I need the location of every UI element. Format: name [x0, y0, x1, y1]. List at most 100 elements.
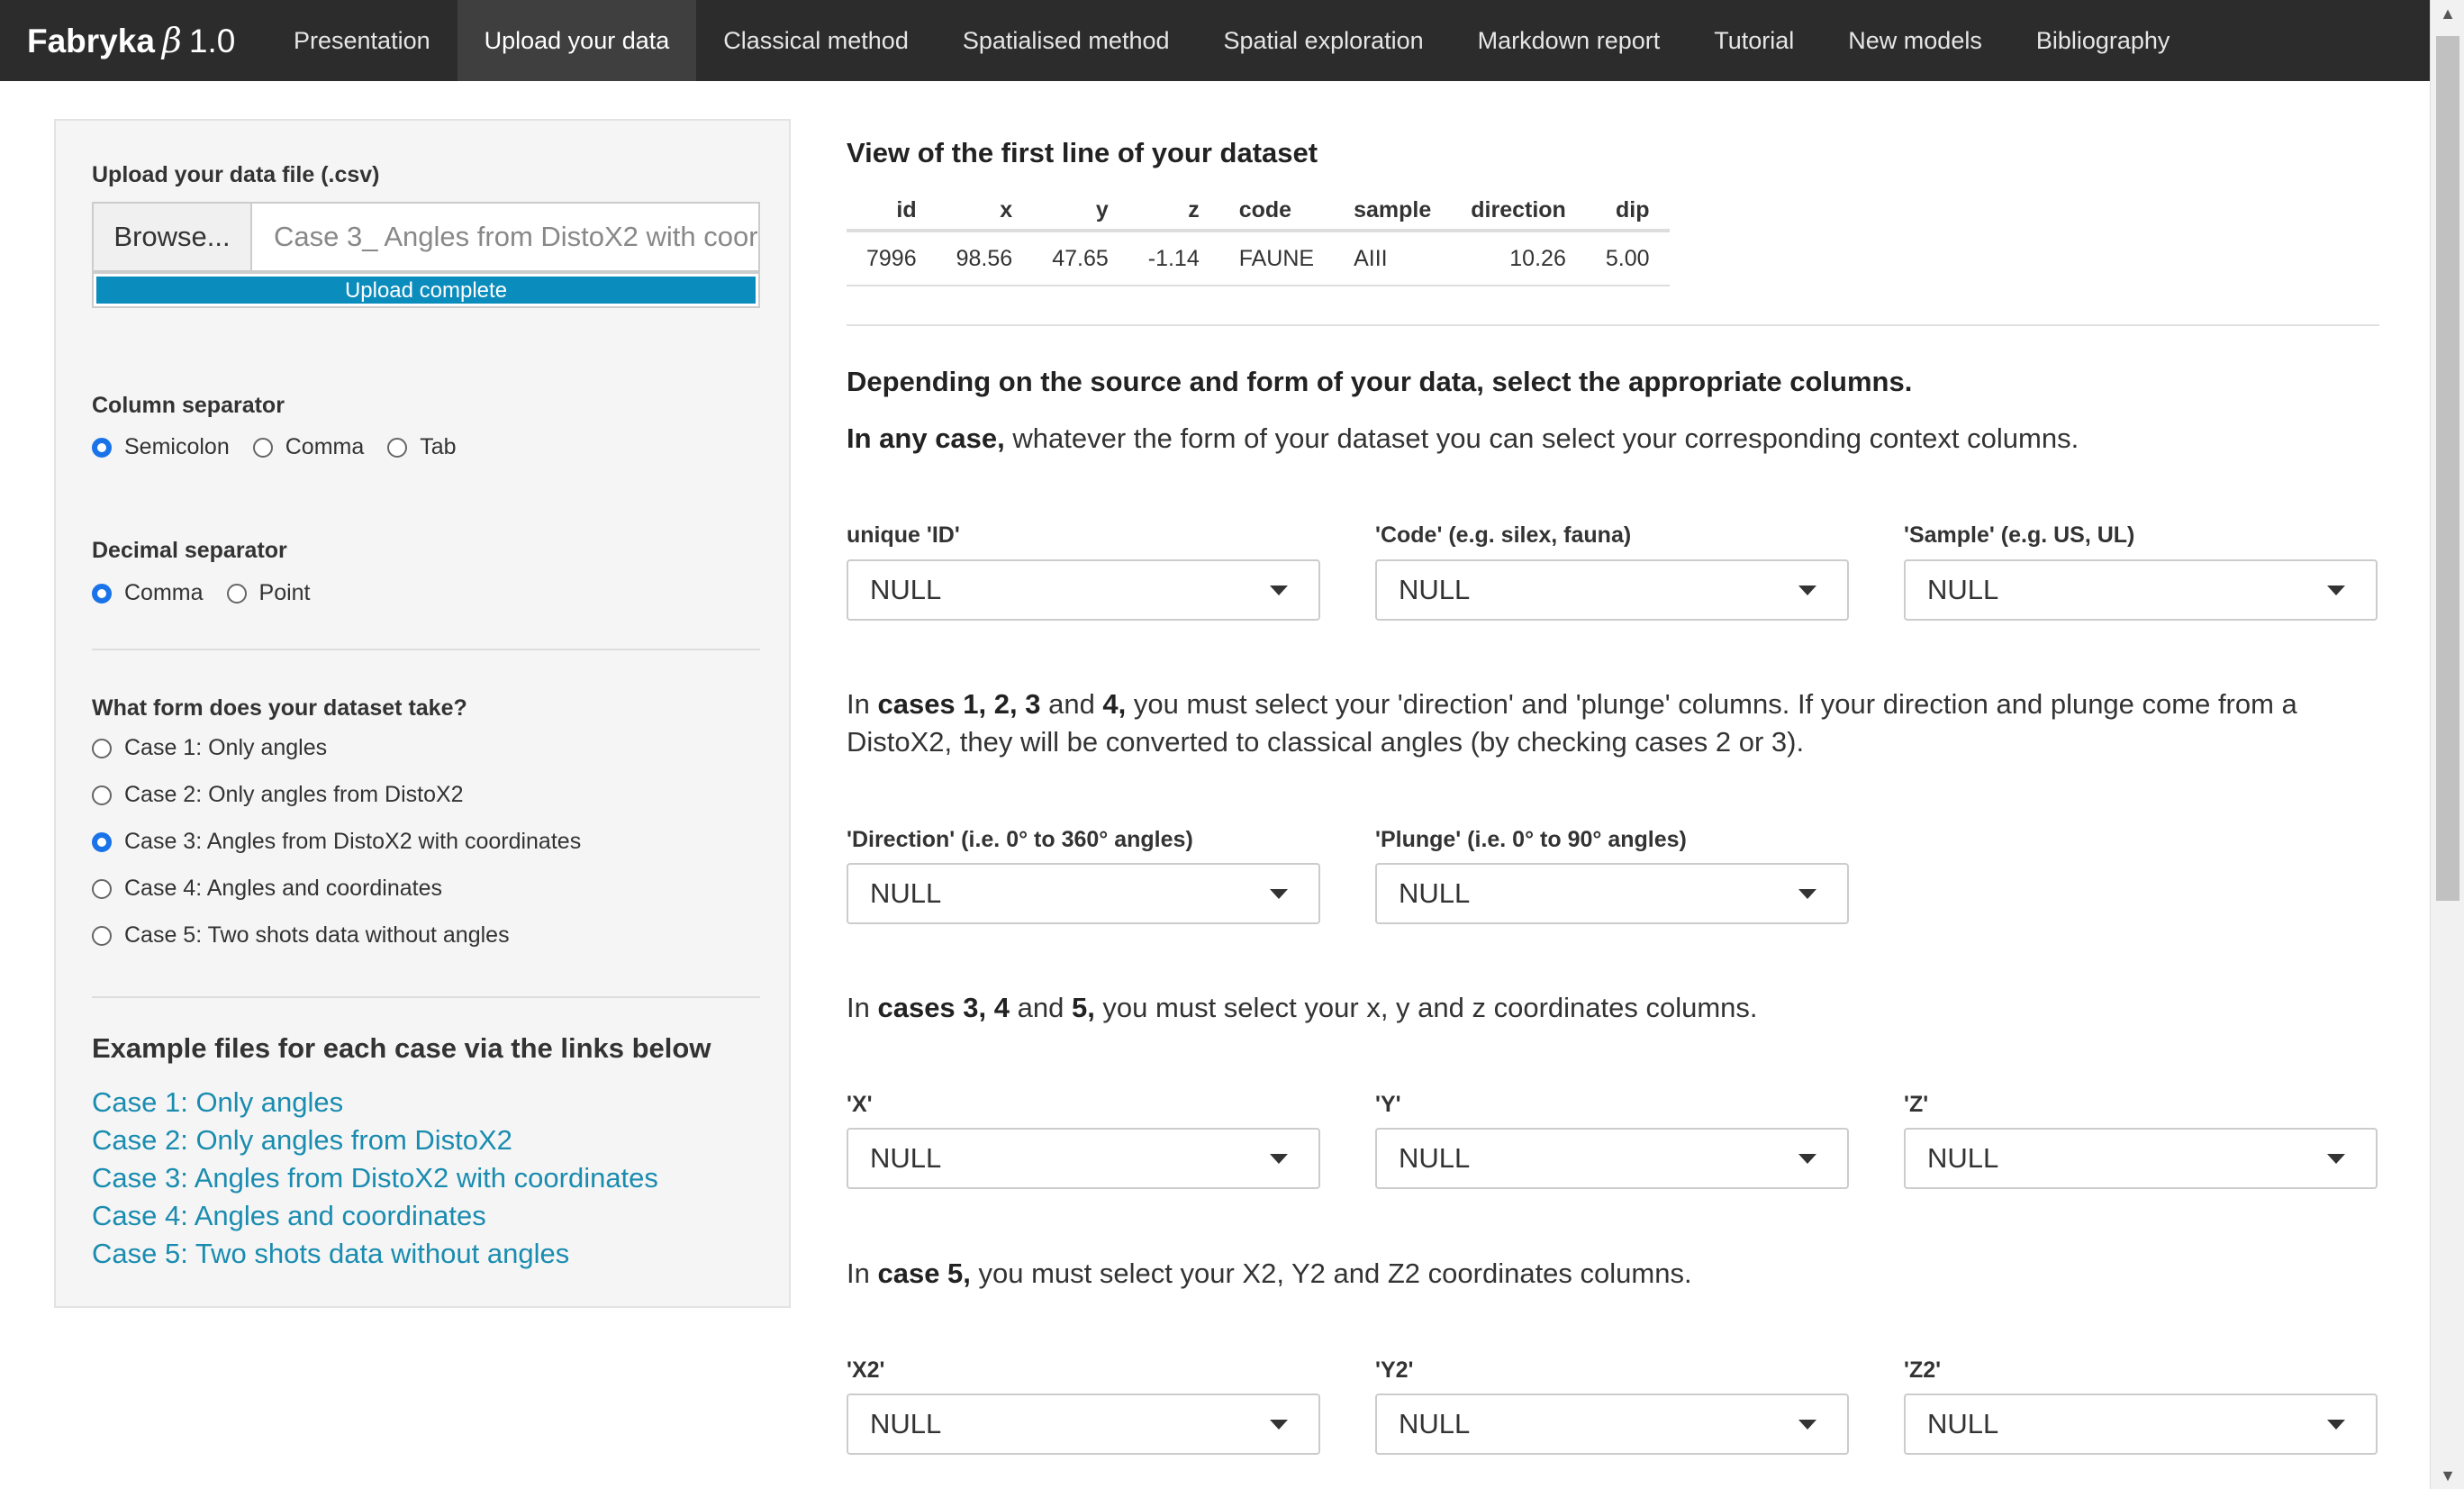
- radio-label: Semicolon: [124, 434, 230, 459]
- divider: [92, 649, 760, 650]
- tab-new-models[interactable]: New models: [1821, 0, 2009, 81]
- cases-345-text: In cases 3, 4 and 5, you must select you…: [847, 989, 2378, 1027]
- radio-label: Tab: [420, 434, 457, 459]
- select-value: NULL: [1927, 1408, 1999, 1439]
- radio-unchecked-icon[interactable]: [92, 878, 112, 899]
- cases-1234-text: In cases 1, 2, 3 and 4, you must select …: [847, 685, 2378, 761]
- plunge-select[interactable]: NULL: [1375, 863, 1849, 924]
- cell-direction: 10.26: [1451, 231, 1586, 286]
- tab-presentation[interactable]: Presentation: [267, 0, 457, 81]
- example-link-case-3[interactable]: Case 3: Angles from DistoX2 with coordin…: [92, 1162, 658, 1194]
- radio-comma-column[interactable]: Comma: [252, 434, 364, 460]
- y-select[interactable]: NULL: [1375, 1128, 1849, 1189]
- col-header-code: code: [1218, 191, 1335, 232]
- z2-select-label: 'Z2': [1904, 1357, 1942, 1383]
- select-value: NULL: [1399, 1142, 1471, 1174]
- radio-unchecked-icon[interactable]: [92, 785, 112, 805]
- sample-select-label: 'Sample' (e.g. US, UL): [1904, 522, 2135, 548]
- file-name-field[interactable]: Case 3_ Angles from DistoX2 with coordin…: [252, 204, 758, 270]
- cell-y: 47.65: [1032, 231, 1128, 286]
- plunge-select-label: 'Plunge' (i.e. 0° to 90° angles): [1375, 827, 1687, 852]
- cell-code: FAUNE: [1218, 231, 1335, 286]
- examples-title: Example files for each case via the link…: [92, 1032, 711, 1064]
- radio-unchecked-icon[interactable]: [92, 925, 112, 946]
- select-value: NULL: [870, 574, 942, 605]
- radio-case-3[interactable]: Case 3: Angles from DistoX2 with coordin…: [92, 829, 581, 855]
- radio-unchecked-icon[interactable]: [226, 583, 247, 604]
- y2-select-label: 'Y2': [1375, 1357, 1414, 1383]
- x2-select-label: 'X2': [847, 1357, 885, 1383]
- radio-unchecked-icon[interactable]: [387, 437, 408, 458]
- z-select[interactable]: NULL: [1904, 1128, 2378, 1189]
- radio-tab[interactable]: Tab: [387, 434, 457, 460]
- select-value: NULL: [1927, 1142, 1999, 1174]
- dataset-form-label: What form does your dataset take?: [92, 695, 467, 721]
- scroll-up-icon[interactable]: ▲: [2431, 0, 2464, 27]
- chevron-down-icon: [1270, 889, 1288, 899]
- sidebar-panel: Upload your data file (.csv) Browse... C…: [54, 119, 791, 1308]
- radio-checked-icon[interactable]: [92, 583, 112, 604]
- example-link-case-5[interactable]: Case 5: Two shots data without angles: [92, 1238, 569, 1270]
- id-select[interactable]: NULL: [847, 559, 1320, 621]
- text-segment: and: [1040, 688, 1103, 720]
- radio-case-2[interactable]: Case 2: Only angles from DistoX2: [92, 782, 464, 808]
- brand-beta: β: [161, 21, 182, 60]
- z2-select[interactable]: NULL: [1904, 1394, 2378, 1455]
- radio-label: Case 4: Angles and coordinates: [124, 876, 443, 901]
- x-select-label: 'X': [847, 1092, 873, 1117]
- tab-markdown-report[interactable]: Markdown report: [1451, 0, 1688, 81]
- radio-case-4[interactable]: Case 4: Angles and coordinates: [92, 876, 442, 902]
- x-select[interactable]: NULL: [847, 1128, 1320, 1189]
- code-select-label: 'Code' (e.g. silex, fauna): [1375, 522, 1632, 548]
- tab-tutorial[interactable]: Tutorial: [1687, 0, 1821, 81]
- direction-select-label: 'Direction' (i.e. 0° to 360° angles): [847, 827, 1193, 852]
- col-header-dip: dip: [1585, 191, 1670, 232]
- radio-label: Comma: [124, 580, 204, 605]
- scroll-down-icon[interactable]: ▼: [2431, 1462, 2464, 1489]
- decimal-separator-group: Comma Point: [92, 580, 334, 606]
- tab-upload-your-data[interactable]: Upload your data: [457, 0, 697, 81]
- divider: [847, 324, 2379, 326]
- radio-checked-icon[interactable]: [92, 437, 112, 458]
- code-select[interactable]: NULL: [1375, 559, 1849, 621]
- select-value: NULL: [1399, 574, 1471, 605]
- example-link-case-1[interactable]: Case 1: Only angles: [92, 1086, 343, 1119]
- radio-case-1[interactable]: Case 1: Only angles: [92, 735, 327, 761]
- radio-point[interactable]: Point: [226, 580, 311, 606]
- example-link-case-4[interactable]: Case 4: Angles and coordinates: [92, 1200, 486, 1232]
- tab-spatial-exploration[interactable]: Spatial exploration: [1197, 0, 1451, 81]
- scrollbar-thumb[interactable]: [2436, 36, 2459, 901]
- sample-select[interactable]: NULL: [1904, 559, 2378, 621]
- text-segment: In: [847, 1257, 878, 1289]
- z-select-label: 'Z': [1904, 1092, 1929, 1117]
- browse-button[interactable]: Browse...: [94, 204, 252, 270]
- cell-sample: AIII: [1334, 231, 1452, 286]
- text-bold: 5,: [1071, 992, 1095, 1023]
- radio-case-5[interactable]: Case 5: Two shots data without angles: [92, 922, 510, 949]
- select-heading: Depending on the source and form of your…: [847, 366, 1913, 397]
- direction-select[interactable]: NULL: [847, 863, 1320, 924]
- y-select-label: 'Y': [1375, 1092, 1401, 1117]
- radio-unchecked-icon[interactable]: [92, 738, 112, 758]
- tab-bibliography[interactable]: Bibliography: [2009, 0, 2197, 81]
- radio-label: Case 2: Only angles from DistoX2: [124, 782, 464, 807]
- radio-checked-icon[interactable]: [92, 831, 112, 852]
- tab-classical-method[interactable]: Classical method: [696, 0, 936, 81]
- example-link-case-2[interactable]: Case 2: Only angles from DistoX2: [92, 1124, 512, 1157]
- x2-select[interactable]: NULL: [847, 1394, 1320, 1455]
- radio-unchecked-icon[interactable]: [252, 437, 273, 458]
- page-scrollbar[interactable]: ▲ ▼: [2430, 0, 2464, 1489]
- table-header-row: id x y z code sample direction dip: [847, 191, 1670, 232]
- col-header-id: id: [847, 191, 937, 232]
- brand-logo[interactable]: Fabryka β 1.0: [0, 21, 267, 60]
- text-segment: In: [847, 688, 878, 720]
- chevron-down-icon: [1798, 1154, 1816, 1164]
- text-segment: In: [847, 992, 878, 1023]
- tab-spatialised-method[interactable]: Spatialised method: [936, 0, 1197, 81]
- y2-select[interactable]: NULL: [1375, 1394, 1849, 1455]
- case-5-text: In case 5, you must select your X2, Y2 a…: [847, 1255, 2378, 1293]
- radio-semicolon[interactable]: Semicolon: [92, 434, 230, 460]
- radio-comma-decimal[interactable]: Comma: [92, 580, 204, 606]
- chevron-down-icon: [1798, 889, 1816, 899]
- file-input[interactable]: Browse... Case 3_ Angles from DistoX2 wi…: [92, 202, 760, 272]
